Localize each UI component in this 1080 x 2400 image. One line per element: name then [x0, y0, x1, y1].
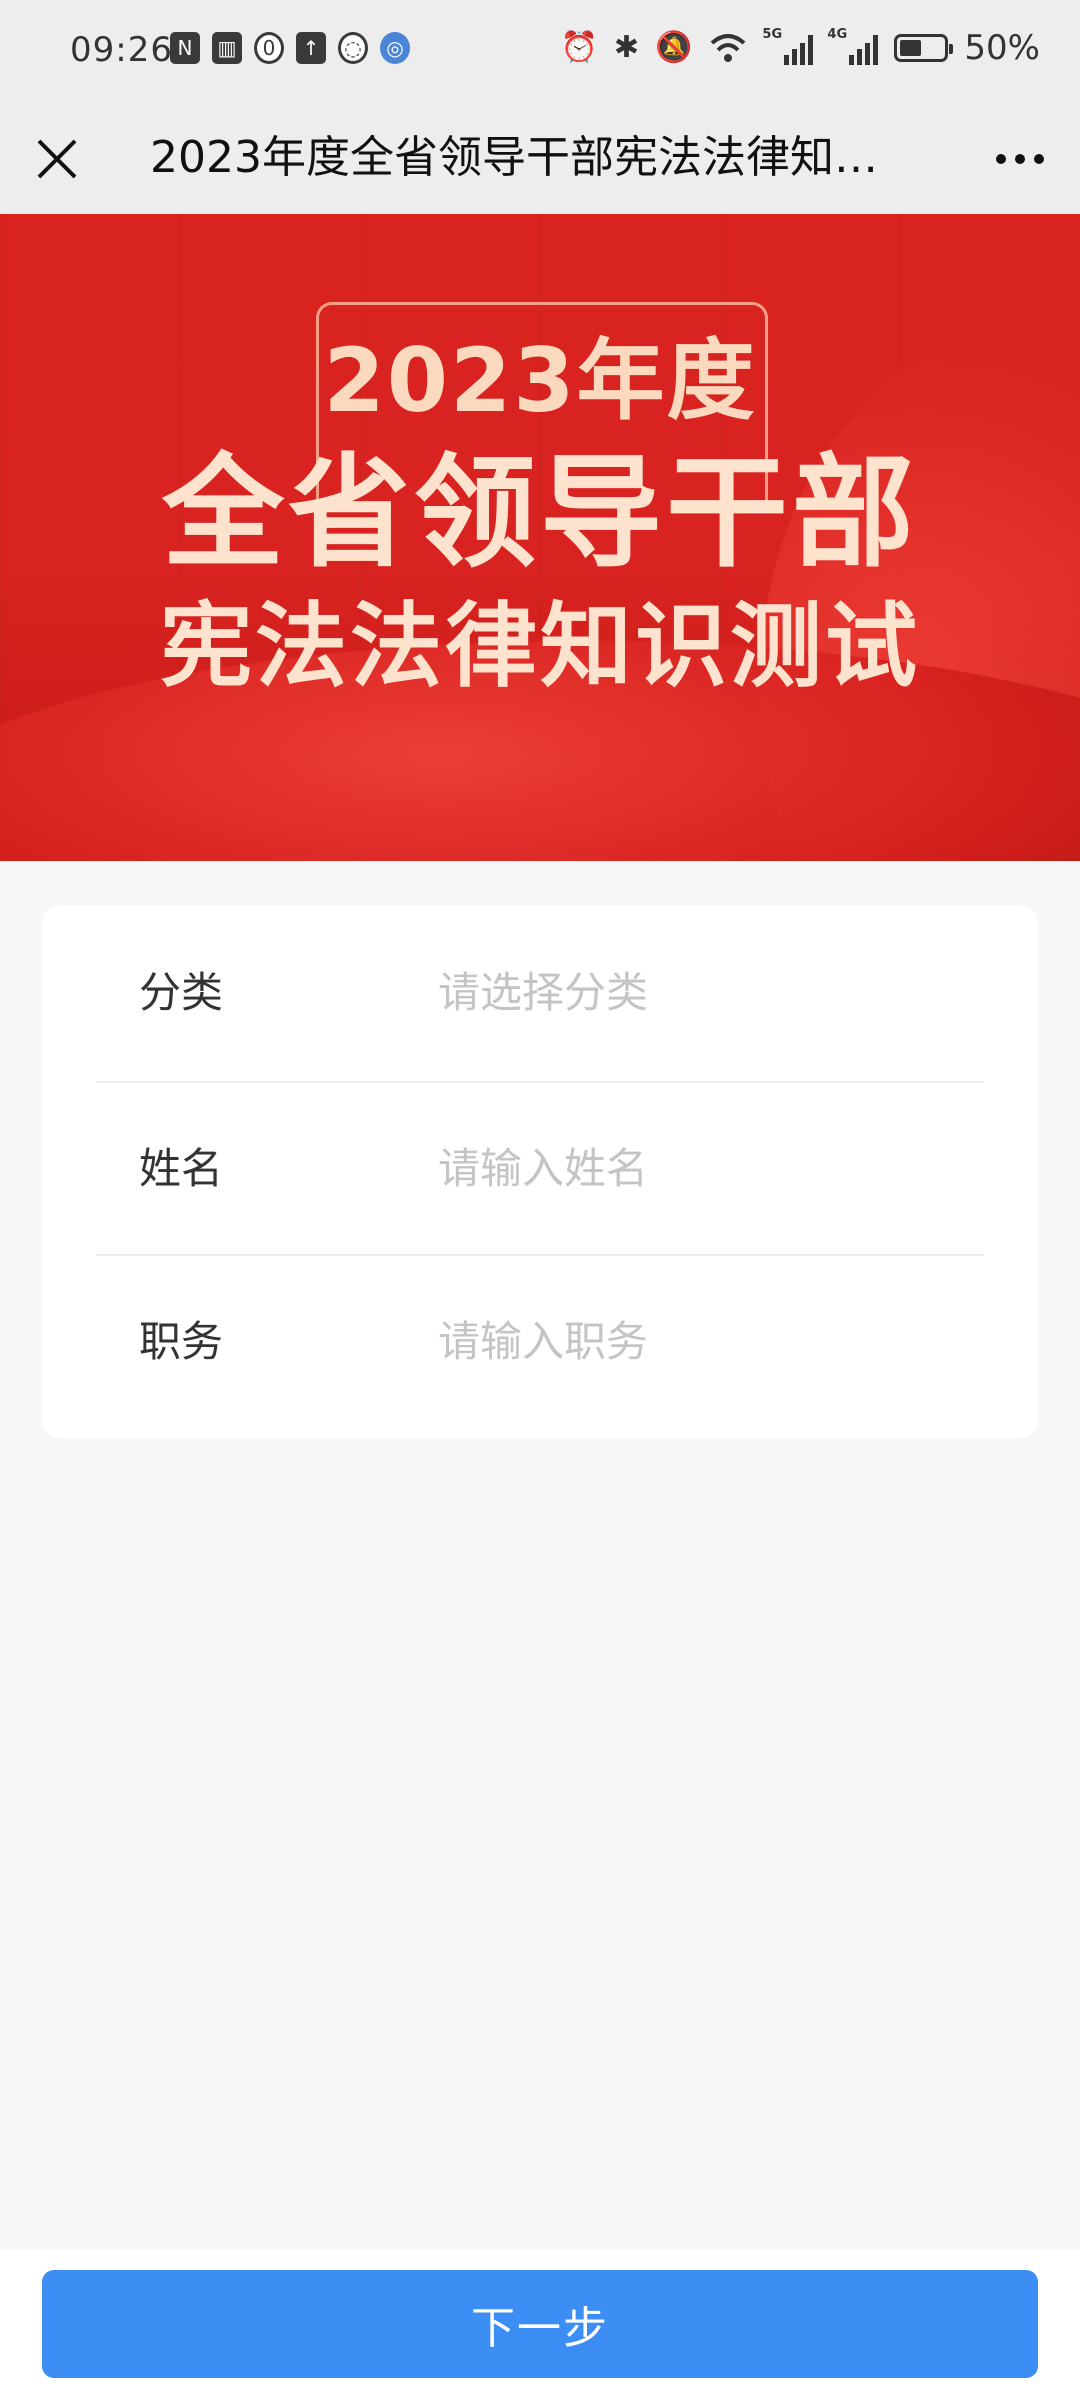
banner-headline: 全省领导干部: [162, 442, 918, 584]
mute-icon: 🔕: [655, 30, 693, 65]
more-button[interactable]: [980, 124, 1060, 194]
browser-icon: ◎: [380, 32, 410, 64]
nfc-icon: N: [170, 32, 200, 64]
close-button[interactable]: [22, 124, 92, 194]
signal-5g-icon: 5G: [762, 27, 814, 65]
network-5g-label: 5G: [762, 27, 783, 42]
signal-4g-icon: 4G: [827, 27, 879, 65]
category-row[interactable]: 分类: [42, 905, 1038, 1078]
bottom-action-bar: 下一步: [0, 2250, 1080, 2400]
name-input[interactable]: [438, 1135, 978, 1201]
shield-app-icon: 0: [254, 32, 284, 64]
category-select[interactable]: [438, 959, 978, 1025]
network-4g-label: 4G: [827, 27, 848, 42]
form-card: 分类 姓名 职务: [42, 905, 1038, 1438]
category-label: 分类: [139, 968, 224, 1017]
bluetooth-icon: ✱: [613, 30, 640, 65]
battery-percent: 50%: [964, 28, 1040, 68]
banner-image: 2023年度 全省领导干部 宪法法律知识测试: [0, 214, 1080, 861]
notification-icons: N ▥ 0 ↑ ◌ ◎: [170, 32, 410, 64]
alarm-icon: ⏰: [560, 30, 598, 65]
more-dots-icon: [996, 154, 1006, 164]
position-input[interactable]: [438, 1308, 978, 1374]
name-row: 姓名: [42, 1081, 1038, 1254]
status-bar: 09:26 N ▥ 0 ↑ ◌ ◎ ⏰ ✱ 🔕 5G 4G 50%: [0, 0, 1080, 104]
close-icon: [37, 139, 77, 179]
name-label: 姓名: [139, 1144, 224, 1193]
banner-subheadline: 宪法法律知识测试: [159, 593, 920, 700]
chat-bubble-icon: ◌: [338, 32, 368, 64]
page-title: 2023年度全省领导干部宪法法律知…: [150, 132, 878, 183]
position-row: 职务: [42, 1254, 1038, 1427]
position-label: 职务: [139, 1317, 224, 1366]
status-time: 09:26: [70, 30, 173, 70]
nav-bar: 2023年度全省领导干部宪法法律知…: [0, 104, 1080, 214]
battery-icon: [894, 34, 954, 62]
upload-icon: ↑: [296, 32, 326, 64]
next-step-button[interactable]: 下一步: [42, 2270, 1038, 2378]
system-indicators: ⏰ ✱ 🔕 5G 4G 50%: [560, 27, 1040, 68]
wifi-icon: [711, 34, 746, 62]
gift-icon: ▥: [212, 32, 242, 64]
